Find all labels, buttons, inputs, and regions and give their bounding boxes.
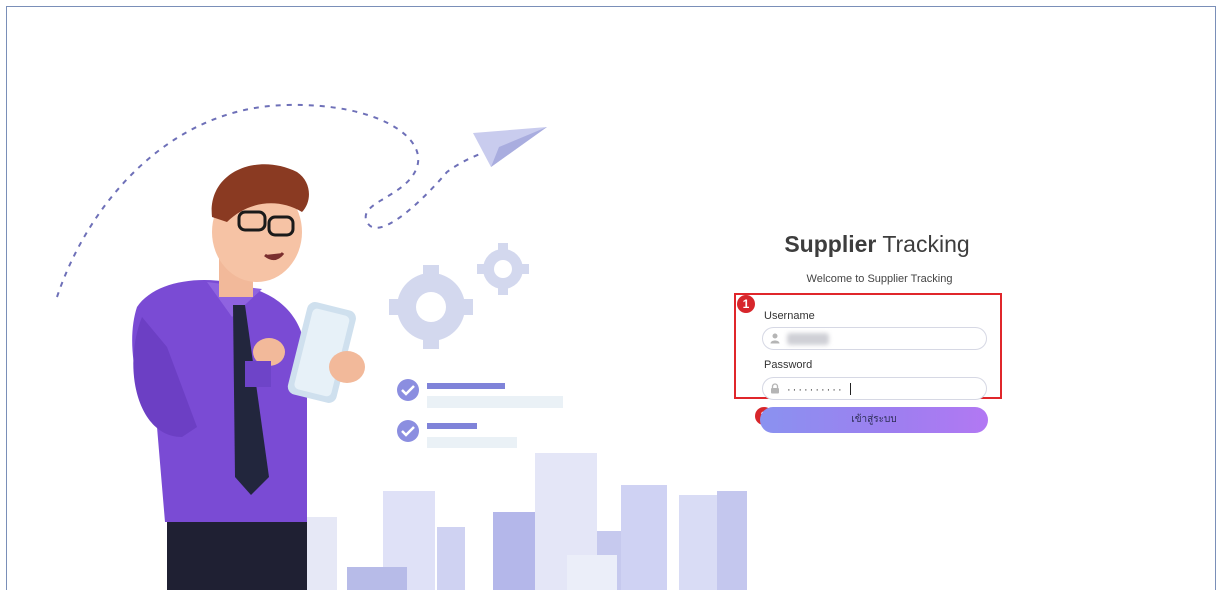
username-input[interactable] <box>785 330 979 349</box>
login-illustration <box>56 103 747 590</box>
password-field-wrap <box>762 377 987 400</box>
step-badge-1: 1 <box>737 295 755 313</box>
password-input[interactable] <box>785 380 979 399</box>
paper-plane-icon <box>473 127 547 167</box>
user-icon <box>770 333 780 344</box>
lock-icon <box>771 383 779 394</box>
login-button[interactable]: เข้าสู่ระบบ <box>760 407 988 433</box>
gear-icon <box>389 265 473 349</box>
app-title-bold: Supplier <box>784 231 877 257</box>
checklist-icon <box>397 379 563 448</box>
password-label: Password <box>764 359 813 371</box>
app-title: Supplier Tracking <box>767 231 987 258</box>
text-caret <box>850 383 851 395</box>
username-field-wrap <box>762 327 987 350</box>
username-label: Username <box>764 310 815 322</box>
small-gear-icon <box>477 243 529 295</box>
app-title-light: Tracking <box>882 231 970 257</box>
welcome-text: Welcome to Supplier Tracking <box>806 273 953 285</box>
city-skyline <box>307 453 747 590</box>
login-page: Supplier Tracking Welcome to Supplier Tr… <box>6 6 1216 590</box>
